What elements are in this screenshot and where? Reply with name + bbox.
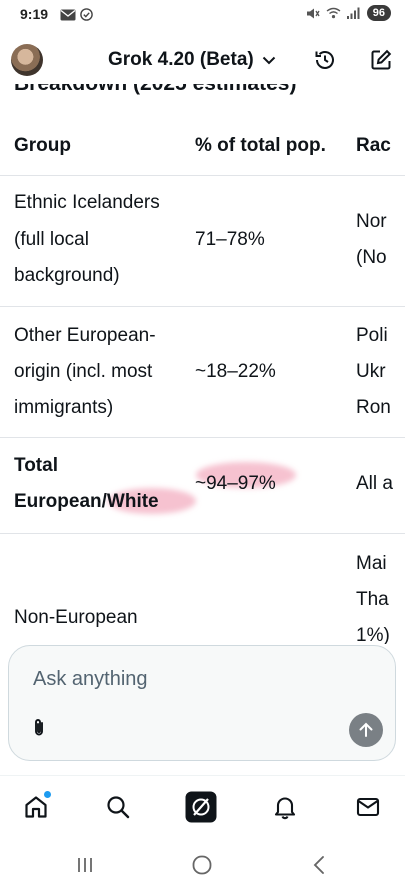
search-icon [107, 796, 130, 819]
table-cell: Ethnic Icelanders [14, 192, 160, 213]
history-icon [315, 51, 334, 69]
table-cell: origin (incl. most [14, 361, 153, 382]
table-cell: Poli [356, 325, 388, 346]
grok-icon [185, 791, 217, 823]
check-circle-icon [80, 8, 93, 21]
mail-icon [60, 9, 76, 20]
table-cell: Mai [356, 553, 387, 574]
table-cell: Tha [356, 589, 389, 610]
column-header-percent: % of total pop. [195, 135, 326, 156]
column-header-race: Rac [356, 135, 391, 156]
chevron-down-icon [262, 56, 275, 64]
column-header-group: Group [14, 135, 71, 156]
table-cell: Nor [356, 211, 387, 232]
table-row: Other European- origin (incl. most immig… [0, 307, 405, 438]
message-composer[interactable]: Ask anything [8, 645, 396, 761]
table-cell: Other European- [14, 325, 156, 346]
system-nav [0, 840, 405, 889]
battery-indicator: 96 [366, 5, 391, 21]
table-cell: All a [356, 473, 393, 494]
nav-notifications[interactable] [268, 790, 302, 824]
back-icon [313, 856, 324, 874]
status-bar: 9:19 96 [0, 0, 405, 30]
table-cell: Ron [356, 397, 391, 418]
status-time: 9:19 [20, 6, 49, 22]
table-cell: (full local [14, 229, 89, 250]
attach-button[interactable] [27, 716, 51, 740]
table-cell: ~94–97% [195, 473, 276, 494]
nav-search[interactable] [101, 790, 135, 824]
send-button[interactable] [349, 713, 383, 747]
table-cell: Non-European [14, 607, 138, 628]
message-input[interactable]: Ask anything [33, 668, 148, 691]
edit-icon [371, 49, 392, 70]
bottom-nav [0, 775, 405, 837]
signal-icon [346, 7, 360, 19]
table-cell: European/White [14, 491, 159, 512]
arrow-up-icon [359, 722, 373, 737]
nav-messages[interactable] [351, 790, 385, 824]
home-icon [25, 796, 47, 818]
table-cell: ~18–22% [195, 361, 276, 382]
table-cell: Ukr [356, 361, 386, 382]
table-header-row: Group % of total pop. Rac [0, 124, 405, 176]
app-header: Grok 4.20 (Beta) [0, 38, 405, 84]
wifi-icon [326, 7, 341, 19]
model-selector[interactable]: Grok 4.20 (Beta) [108, 49, 276, 71]
recent-apps-icon [78, 858, 92, 872]
table-cell: Total [14, 455, 58, 476]
history-button[interactable] [310, 45, 340, 75]
mute-icon [306, 8, 320, 18]
table-cell: 1%) [356, 625, 390, 644]
table-cell: (No [356, 247, 387, 268]
section-heading: Breakdown (2025 estimates) [14, 84, 296, 96]
table-row: Total European/White ~94–97% All a [0, 438, 405, 534]
home-system-button[interactable] [187, 854, 217, 876]
paperclip-icon [35, 719, 43, 736]
table-cell: immigrants) [14, 397, 114, 418]
bell-icon [274, 797, 296, 820]
nav-grok[interactable] [184, 790, 218, 824]
table-cell: background) [14, 265, 120, 286]
nav-home[interactable] [19, 790, 53, 824]
notification-dot [44, 791, 51, 798]
home-circle-icon [192, 855, 212, 875]
model-title: Grok 4.20 (Beta) [108, 49, 254, 70]
back-button[interactable] [304, 854, 334, 876]
chat-content[interactable]: Breakdown (2025 estimates) Group % of to… [0, 84, 405, 644]
table-row: Non-European Mai Tha 1%) [0, 534, 405, 644]
new-chat-button[interactable] [366, 45, 396, 75]
mail-icon [356, 797, 380, 817]
table-row: Ethnic Icelanders (full local background… [0, 176, 405, 307]
avatar[interactable] [11, 44, 43, 76]
recent-apps-button[interactable] [70, 854, 100, 876]
table-cell: 71–78% [195, 229, 265, 250]
